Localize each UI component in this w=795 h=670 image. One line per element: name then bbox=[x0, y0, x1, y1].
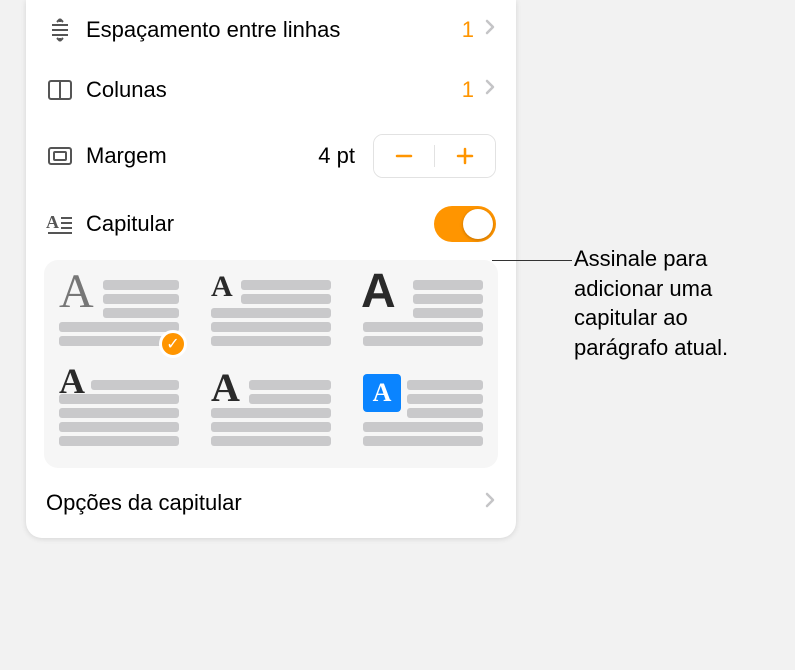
line-spacing-label: Espaçamento entre linhas bbox=[86, 17, 462, 43]
format-panel: Espaçamento entre linhas 1 Colunas 1 Mar… bbox=[26, 0, 516, 538]
dropcap-style-1[interactable]: A ✓ bbox=[59, 278, 179, 350]
dropcap-style-grid: A ✓ A A A bbox=[44, 260, 498, 468]
dropcap-style-6[interactable]: A bbox=[363, 378, 483, 450]
dropcap-row: A Capitular bbox=[26, 192, 516, 256]
chevron-right-icon bbox=[484, 18, 496, 42]
check-icon: ✓ bbox=[159, 330, 187, 358]
dropcap-style-3[interactable]: A bbox=[363, 278, 483, 350]
dropcap-toggle[interactable] bbox=[434, 206, 496, 242]
callout-text: Assinale para adicionar uma capitular ao… bbox=[574, 244, 784, 363]
dropcap-label: Capitular bbox=[86, 211, 434, 237]
margin-icon bbox=[46, 145, 86, 167]
svg-text:A: A bbox=[46, 212, 59, 232]
margin-row: Margem 4 pt bbox=[26, 120, 516, 192]
dropcap-options-row[interactable]: Opções da capitular bbox=[26, 472, 516, 530]
margin-value: 4 pt bbox=[318, 143, 355, 169]
line-spacing-value: 1 bbox=[462, 17, 484, 43]
dropcap-style-4[interactable]: A bbox=[59, 378, 179, 450]
columns-value: 1 bbox=[462, 77, 484, 103]
line-spacing-row[interactable]: Espaçamento entre linhas 1 bbox=[26, 0, 516, 60]
toggle-knob bbox=[463, 209, 493, 239]
chevron-right-icon bbox=[484, 491, 496, 515]
margin-increase-button[interactable] bbox=[435, 135, 495, 177]
margin-label: Margem bbox=[86, 143, 318, 169]
callout-leader-line bbox=[492, 260, 572, 261]
columns-label: Colunas bbox=[86, 77, 462, 103]
margin-stepper bbox=[373, 134, 496, 178]
dropcap-style-2[interactable]: A bbox=[211, 278, 331, 350]
dropcap-icon: A bbox=[46, 212, 86, 236]
chevron-right-icon bbox=[484, 78, 496, 102]
columns-icon bbox=[46, 78, 86, 102]
dropcap-style-5[interactable]: A bbox=[211, 378, 331, 450]
dropcap-options-label: Opções da capitular bbox=[46, 490, 242, 516]
line-spacing-icon bbox=[46, 16, 86, 44]
columns-row[interactable]: Colunas 1 bbox=[26, 60, 516, 120]
margin-decrease-button[interactable] bbox=[374, 135, 434, 177]
